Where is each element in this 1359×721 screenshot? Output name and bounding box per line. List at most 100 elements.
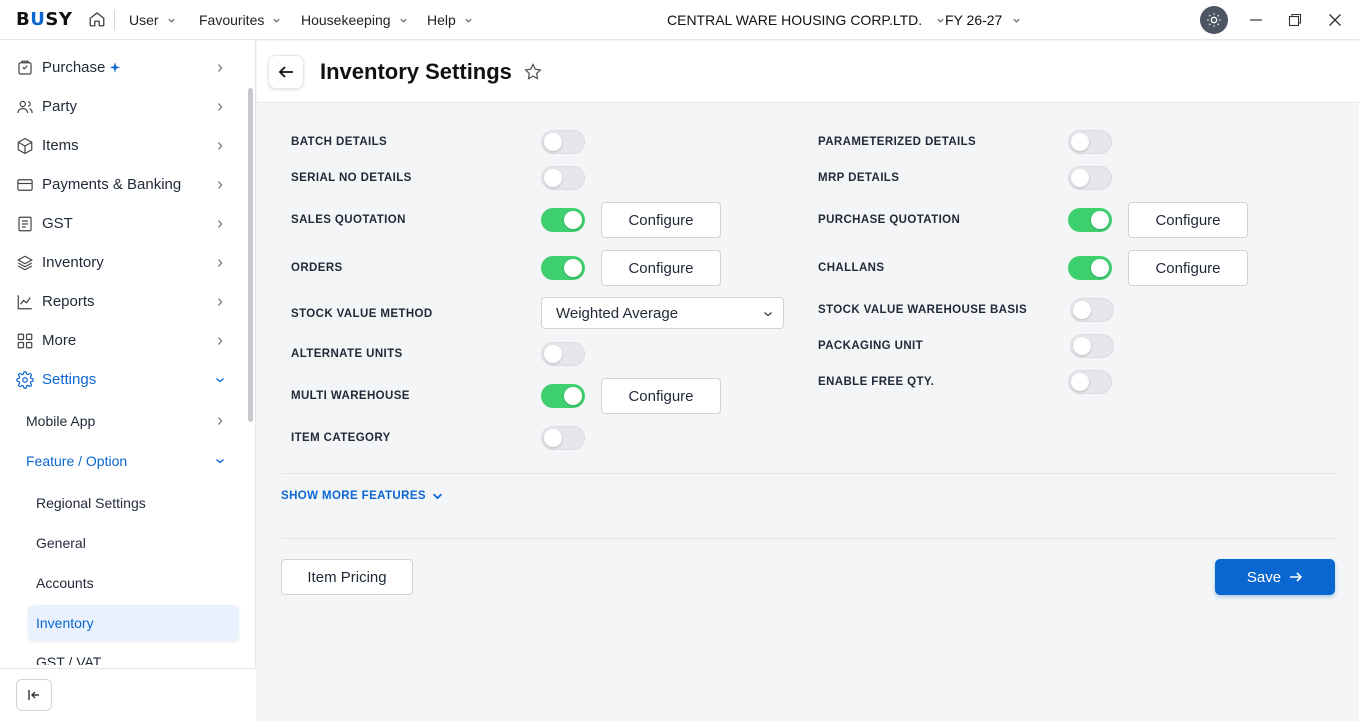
collapse-sidebar-button[interactable] <box>16 679 52 711</box>
sales-quotation-toggle[interactable] <box>541 208 585 232</box>
sidebar-item-gst[interactable]: GST <box>0 204 240 243</box>
sidebar-item-label: Regional Settings <box>36 495 146 511</box>
sidebar-subitem-feature-option[interactable]: Feature / Option <box>0 443 240 479</box>
box-icon <box>17 137 33 154</box>
mrp-details-label: MRP DETAILS <box>818 172 900 184</box>
sidebar-item-items[interactable]: Items <box>0 126 240 165</box>
menu-user[interactable]: User <box>129 12 176 28</box>
chevron-right-icon <box>218 102 223 111</box>
enable-free-qty-toggle[interactable] <box>1068 370 1112 394</box>
star-icon[interactable] <box>523 62 543 82</box>
sidebar-footer <box>0 668 256 721</box>
sidebar-item-label: Items <box>42 137 79 154</box>
home-icon[interactable] <box>88 10 106 28</box>
chevron-down-icon <box>764 312 772 317</box>
sidebar-item-inventory[interactable]: Inventory <box>0 243 240 282</box>
serial-no-details-toggle[interactable] <box>541 166 585 190</box>
sales-quotation-configure-button[interactable]: Configure <box>601 202 721 238</box>
purchase-quotation-toggle[interactable] <box>1068 208 1112 232</box>
alternate-units-toggle[interactable] <box>541 342 585 366</box>
sidebar-item-party[interactable]: Party <box>0 87 240 126</box>
toggle-knob <box>544 133 562 151</box>
close-icon <box>1329 14 1341 26</box>
restore-icon <box>1288 13 1302 27</box>
sidebar-scrollbar[interactable] <box>248 88 253 422</box>
sidebar-item-label: General <box>36 535 86 551</box>
sidebar-subitem-accounts[interactable]: Accounts <box>0 565 240 601</box>
sidebar-item-label: GST / VAT <box>36 654 102 665</box>
toggle-knob <box>1071 133 1089 151</box>
arrow-left-icon <box>278 66 293 78</box>
item-category-toggle[interactable] <box>541 426 585 450</box>
menu-housekeeping[interactable]: Housekeeping <box>301 12 408 28</box>
page-title: Inventory Settings <box>320 59 512 84</box>
chevron-down-icon <box>433 493 442 499</box>
stock-value-warehouse-basis-toggle[interactable] <box>1070 298 1114 322</box>
close-button[interactable] <box>1325 10 1345 30</box>
back-button[interactable] <box>268 55 304 89</box>
sidebar-subitem-inventory[interactable]: Inventory <box>28 605 239 641</box>
sidebar-item-label: Reports <box>42 293 95 310</box>
sidebar-item-reports[interactable]: Reports <box>0 282 240 321</box>
multi-warehouse-label: MULTI WAREHOUSE <box>291 390 410 402</box>
purchase-quotation-configure-button[interactable]: Configure <box>1128 202 1248 238</box>
packaging-unit-toggle[interactable] <box>1070 334 1114 358</box>
orders-toggle[interactable] <box>541 256 585 280</box>
item-pricing-button[interactable]: Item Pricing <box>281 559 413 595</box>
stock-value-method-label: STOCK VALUE METHOD <box>291 308 433 320</box>
divider <box>281 473 1336 474</box>
orders-configure-button[interactable]: Configure <box>601 250 721 286</box>
sidebar-item-label: Payments & Banking <box>42 176 182 193</box>
parameterized-details-toggle[interactable] <box>1068 130 1112 154</box>
sidebar-item-label: Feature / Option <box>26 453 128 469</box>
show-more-features-link[interactable]: SHOW MORE FEATURES <box>281 490 443 502</box>
menu-favourites[interactable]: Favourites <box>199 12 281 28</box>
parameterized-details-label: PARAMETERIZED DETAILS <box>818 136 977 148</box>
sidebar-item-payments-banking[interactable]: Payments & Banking <box>0 165 240 204</box>
enable-free-qty-label: ENABLE FREE QTY. <box>818 376 935 388</box>
chevron-right-icon <box>218 180 223 189</box>
mrp-details-toggle[interactable] <box>1068 166 1112 190</box>
save-button[interactable]: Save <box>1215 559 1335 595</box>
chevron-down-icon <box>399 18 407 23</box>
sidebar-item-purchase[interactable]: Purchase <box>0 48 240 87</box>
sidebar-subitem-gst-vat[interactable]: GST / VAT <box>0 645 240 665</box>
sidebar-subitem-general[interactable]: General <box>0 525 240 561</box>
chevron-down-icon <box>465 18 472 23</box>
serial-no-details-label: SERIAL NO DETAILS <box>291 172 412 184</box>
chevron-down-icon <box>167 18 175 23</box>
chevron-right-icon <box>218 63 223 72</box>
stock-value-method-select[interactable]: Weighted Average <box>541 297 784 329</box>
sidebar-subitem-mobile-app[interactable]: Mobile App <box>0 403 240 439</box>
toggle-knob <box>544 169 562 187</box>
challans-configure-button[interactable]: Configure <box>1128 250 1248 286</box>
menu-help[interactable]: Help <box>427 12 473 28</box>
multi-warehouse-configure-button[interactable]: Configure <box>601 378 721 414</box>
sidebar-item-label: Accounts <box>36 575 94 591</box>
sidebar: Purchase Party Items Payments & Banking … <box>0 40 256 721</box>
busy-logo[interactable]: BUSY <box>16 9 72 30</box>
chevron-right-icon <box>218 141 223 150</box>
toggle-knob <box>544 345 562 363</box>
minimize-button[interactable] <box>1246 10 1266 30</box>
sun-icon <box>1207 13 1221 27</box>
sales-quotation-label: SALES QUOTATION <box>291 214 406 226</box>
chevron-right-icon <box>218 417 223 425</box>
chevron-right-icon <box>218 219 223 228</box>
chevron-down-icon <box>216 377 224 382</box>
challans-toggle[interactable] <box>1068 256 1112 280</box>
theme-toggle-button[interactable] <box>1200 6 1228 34</box>
restore-button[interactable] <box>1285 10 1305 30</box>
sidebar-subitem-regional-settings[interactable]: Regional Settings <box>0 485 240 521</box>
company-selector[interactable]: CENTRAL WARE HOUSING CORP.LTD. <box>667 12 945 28</box>
batch-details-toggle[interactable] <box>541 130 585 154</box>
settings-panel: BATCH DETAILS SERIAL NO DETAILS SALES QU… <box>257 104 1359 721</box>
sidebar-item-label: Purchase <box>42 59 106 76</box>
sidebar-item-settings[interactable]: Settings <box>0 360 240 399</box>
toggle-knob <box>564 211 582 229</box>
toggle-knob <box>1091 259 1109 277</box>
sidebar-item-more[interactable]: More <box>0 321 240 360</box>
multi-warehouse-toggle[interactable] <box>541 384 585 408</box>
purchase-quotation-label: PURCHASE QUOTATION <box>818 214 961 226</box>
fy-selector[interactable]: FY 26-27 <box>945 12 1021 28</box>
